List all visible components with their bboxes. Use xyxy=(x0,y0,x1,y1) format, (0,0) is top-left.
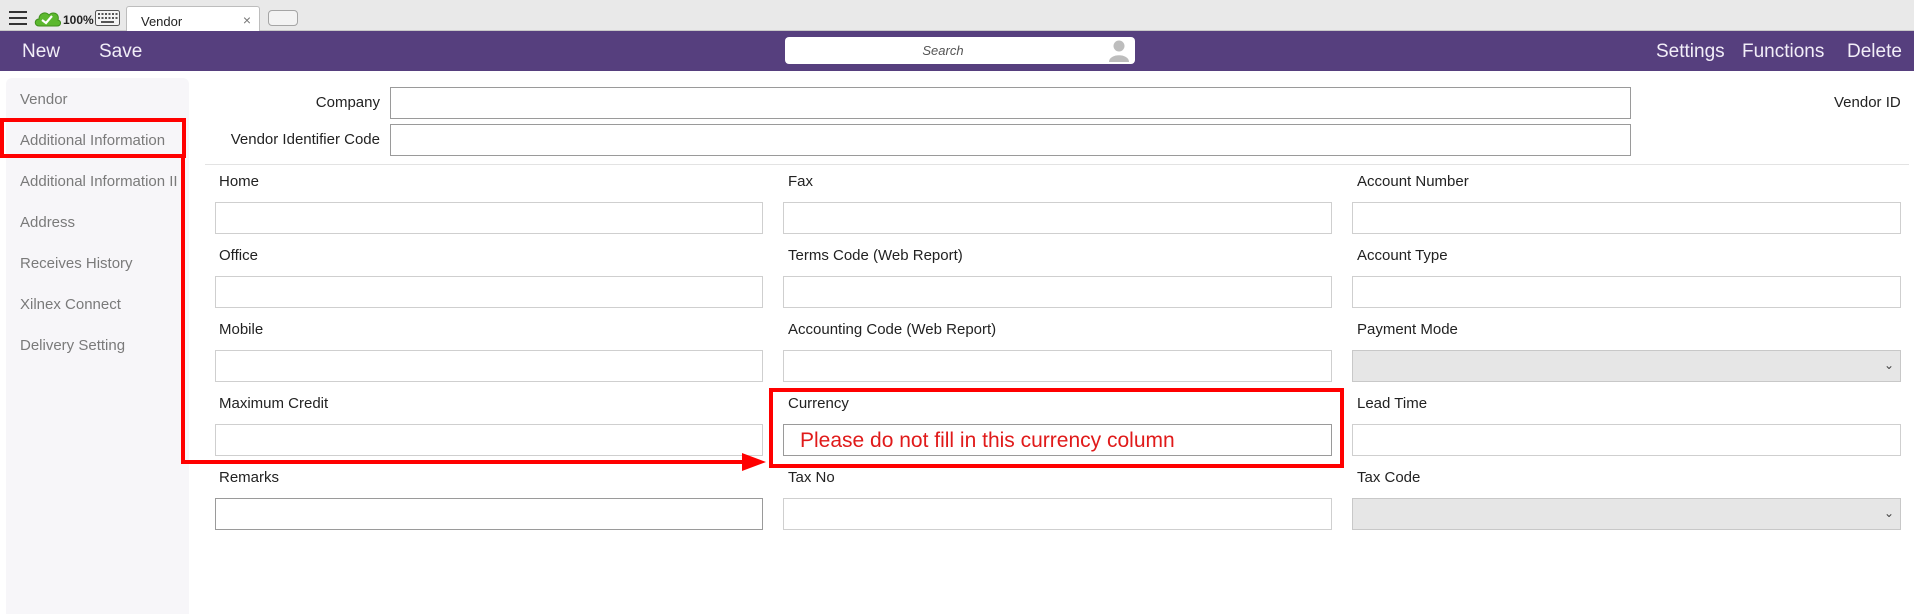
fax-label: Fax xyxy=(788,173,814,190)
tax-no-label: Tax No xyxy=(788,469,835,486)
sidebar-item-additional-information-ii[interactable]: Additional Information II xyxy=(20,173,189,190)
payment-mode-label: Payment Mode xyxy=(1357,321,1458,338)
search-box xyxy=(785,37,1135,64)
sidebar-item-vendor[interactable]: Vendor xyxy=(20,91,68,108)
account-type-input[interactable] xyxy=(1352,276,1901,308)
zoom-level: 100% xyxy=(63,13,94,27)
terms-code-input[interactable] xyxy=(783,276,1332,308)
annotation-connector-horizontal xyxy=(181,460,744,464)
delete-button[interactable]: Delete xyxy=(1847,41,1902,63)
lead-time-label: Lead Time xyxy=(1357,395,1428,412)
fax-input[interactable] xyxy=(783,202,1332,234)
sidebar-item-delivery-setting[interactable]: Delivery Setting xyxy=(20,337,125,354)
office-label: Office xyxy=(219,247,258,264)
account-type-label: Account Type xyxy=(1357,247,1448,264)
sidebar-item-receives-history[interactable]: Receives History xyxy=(20,255,133,272)
maximum-credit-input[interactable] xyxy=(215,424,763,456)
vendor-id-label: Vendor ID xyxy=(1834,94,1901,111)
save-button[interactable]: Save xyxy=(99,41,142,63)
tab-vendor[interactable]: Vendor × xyxy=(126,6,260,32)
functions-button[interactable]: Functions xyxy=(1742,41,1824,63)
office-input[interactable] xyxy=(215,276,763,308)
company-label: Company xyxy=(315,94,380,111)
currency-label: Currency xyxy=(788,395,849,412)
sidebar-item-address[interactable]: Address xyxy=(20,214,75,231)
vendor-identifier-code-input[interactable] xyxy=(390,124,1631,156)
mobile-label: Mobile xyxy=(219,321,264,338)
annotation-connector-vertical xyxy=(181,156,185,464)
lead-time-input[interactable] xyxy=(1352,424,1901,456)
section-divider xyxy=(205,164,1909,165)
user-icon[interactable] xyxy=(1107,38,1131,63)
cloud-check-icon xyxy=(34,12,61,27)
vendor-identifier-code-label: Vendor Identifier Code xyxy=(230,131,380,148)
sidebar-item-additional-information[interactable]: Additional Information xyxy=(20,132,165,149)
tax-code-label: Tax Code xyxy=(1357,469,1421,486)
keyboard-icon[interactable] xyxy=(95,10,120,26)
remarks-label: Remarks xyxy=(219,469,280,486)
company-input[interactable] xyxy=(390,87,1631,119)
account-number-input[interactable] xyxy=(1352,202,1901,234)
new-button[interactable]: New xyxy=(22,41,60,63)
home-input[interactable] xyxy=(215,202,763,234)
chevron-down-icon: ⌄ xyxy=(1883,506,1894,520)
annotation-arrowhead xyxy=(742,453,766,471)
sidebar: Vendor Additional Information Additional… xyxy=(6,78,189,614)
tax-no-input[interactable] xyxy=(783,498,1332,530)
chevron-down-icon: ⌄ xyxy=(1883,358,1894,372)
settings-button[interactable]: Settings xyxy=(1656,41,1725,63)
home-label: Home xyxy=(219,173,260,190)
maximum-credit-label: Maximum Credit xyxy=(219,395,329,412)
search-input[interactable] xyxy=(793,39,1093,62)
tax-code-select[interactable]: ⌄ xyxy=(1352,498,1901,530)
menu-icon[interactable] xyxy=(9,11,27,25)
account-number-label: Account Number xyxy=(1357,173,1469,190)
browser-tab-strip: 100% Vendor × xyxy=(0,0,1914,32)
tab-vendor-label: Vendor xyxy=(141,14,183,29)
close-icon[interactable]: × xyxy=(243,12,251,28)
remarks-input[interactable] xyxy=(215,498,763,530)
payment-mode-select[interactable]: ⌄ xyxy=(1352,350,1901,382)
accounting-code-label: Accounting Code (Web Report) xyxy=(788,321,997,338)
mobile-input[interactable] xyxy=(215,350,763,382)
accounting-code-input[interactable] xyxy=(783,350,1332,382)
annotation-note: Please do not fill in this currency colu… xyxy=(800,429,1175,452)
sidebar-item-xilnex-connect[interactable]: Xilnex Connect xyxy=(20,296,121,313)
new-tab-button[interactable] xyxy=(268,10,298,26)
main-toolbar: New Save Settings Functions Delete xyxy=(0,31,1914,71)
terms-code-label: Terms Code (Web Report) xyxy=(788,247,963,264)
